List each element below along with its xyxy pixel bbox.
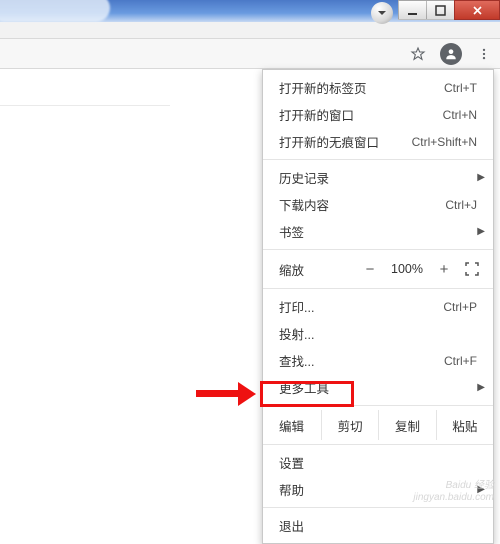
menu-history[interactable]: 历史记录▶ — [263, 164, 493, 191]
paste-button[interactable]: 粘贴 — [436, 410, 493, 440]
profile-avatar[interactable] — [440, 43, 462, 65]
menu-more-tools[interactable]: 更多工具▶ — [263, 374, 493, 401]
menu-label: 下载内容 — [279, 195, 445, 214]
menu-new-tab[interactable]: 打开新的标签页Ctrl+T — [263, 74, 493, 101]
submenu-arrow-icon: ▶ — [477, 484, 485, 495]
menu-separator — [263, 249, 493, 250]
menu-print[interactable]: 打印...Ctrl+P — [263, 293, 493, 320]
menu-separator — [263, 405, 493, 406]
menu-label: 帮助 — [279, 480, 477, 499]
menu-edit-row: 编辑 剪切 复制 粘贴 — [263, 410, 493, 440]
shortcut: Ctrl+F — [444, 354, 477, 368]
menu-zoom-row: 缩放 − 100% + — [263, 254, 493, 284]
page-divider — [0, 105, 170, 106]
edit-label: 编辑 — [263, 410, 321, 440]
copy-button[interactable]: 复制 — [378, 410, 435, 440]
shortcut: Ctrl+P — [443, 300, 477, 314]
menu-cast[interactable]: 投射... — [263, 320, 493, 347]
menu-downloads[interactable]: 下载内容Ctrl+J — [263, 191, 493, 218]
menu-separator — [263, 288, 493, 289]
zoom-value: 100% — [387, 262, 427, 276]
menu-label: 打印... — [279, 297, 443, 316]
fullscreen-icon[interactable] — [461, 258, 483, 280]
cut-button[interactable]: 剪切 — [321, 410, 378, 440]
menu-label: 打开新的标签页 — [279, 78, 444, 97]
shortcut: Ctrl+Shift+N — [412, 135, 477, 149]
menu-label: 打开新的窗口 — [279, 105, 443, 124]
menu-icon[interactable] — [474, 44, 494, 64]
cloud-decoration — [0, 0, 110, 22]
minimize-button[interactable] — [398, 0, 427, 20]
window-controls — [371, 0, 500, 24]
menu-label: 历史记录 — [279, 168, 477, 187]
menu-bookmarks[interactable]: 书签▶ — [263, 218, 493, 245]
menu-exit[interactable]: 退出 — [263, 512, 493, 539]
menu-label: 书签 — [279, 222, 477, 241]
menu-settings[interactable]: 设置 — [263, 449, 493, 476]
chrome-avatar-orb[interactable] — [371, 2, 393, 24]
zoom-label: 缩放 — [279, 260, 353, 279]
menu-label: 设置 — [279, 453, 477, 472]
submenu-arrow-icon: ▶ — [477, 226, 485, 237]
menu-find[interactable]: 查找...Ctrl+F — [263, 347, 493, 374]
menu-separator — [263, 159, 493, 160]
page-content: 打开新的标签页Ctrl+T 打开新的窗口Ctrl+N 打开新的无痕窗口Ctrl+… — [0, 69, 500, 508]
star-icon[interactable] — [408, 44, 428, 64]
tab-strip — [0, 22, 500, 39]
shortcut: Ctrl+T — [444, 81, 477, 95]
zoom-in-button[interactable]: + — [433, 258, 455, 280]
maximize-button[interactable] — [426, 0, 455, 20]
annotation-arrow — [196, 381, 260, 407]
menu-label: 查找... — [279, 351, 444, 370]
chrome-main-menu: 打开新的标签页Ctrl+T 打开新的窗口Ctrl+N 打开新的无痕窗口Ctrl+… — [262, 69, 494, 544]
shortcut: Ctrl+J — [445, 198, 477, 212]
menu-label: 更多工具 — [279, 378, 477, 397]
menu-incognito[interactable]: 打开新的无痕窗口Ctrl+Shift+N — [263, 128, 493, 155]
submenu-arrow-icon: ▶ — [477, 382, 485, 393]
menu-label: 打开新的无痕窗口 — [279, 132, 412, 151]
menu-help[interactable]: 帮助▶ — [263, 476, 493, 503]
menu-separator — [263, 444, 493, 445]
menu-new-window[interactable]: 打开新的窗口Ctrl+N — [263, 101, 493, 128]
menu-label: 投射... — [279, 324, 477, 343]
shortcut: Ctrl+N — [443, 108, 477, 122]
close-button[interactable] — [454, 0, 500, 20]
desktop-wallpaper — [0, 0, 500, 22]
submenu-arrow-icon: ▶ — [477, 172, 485, 183]
menu-label: 退出 — [279, 516, 477, 535]
zoom-out-button[interactable]: − — [359, 258, 381, 280]
browser-toolbar — [0, 39, 500, 69]
